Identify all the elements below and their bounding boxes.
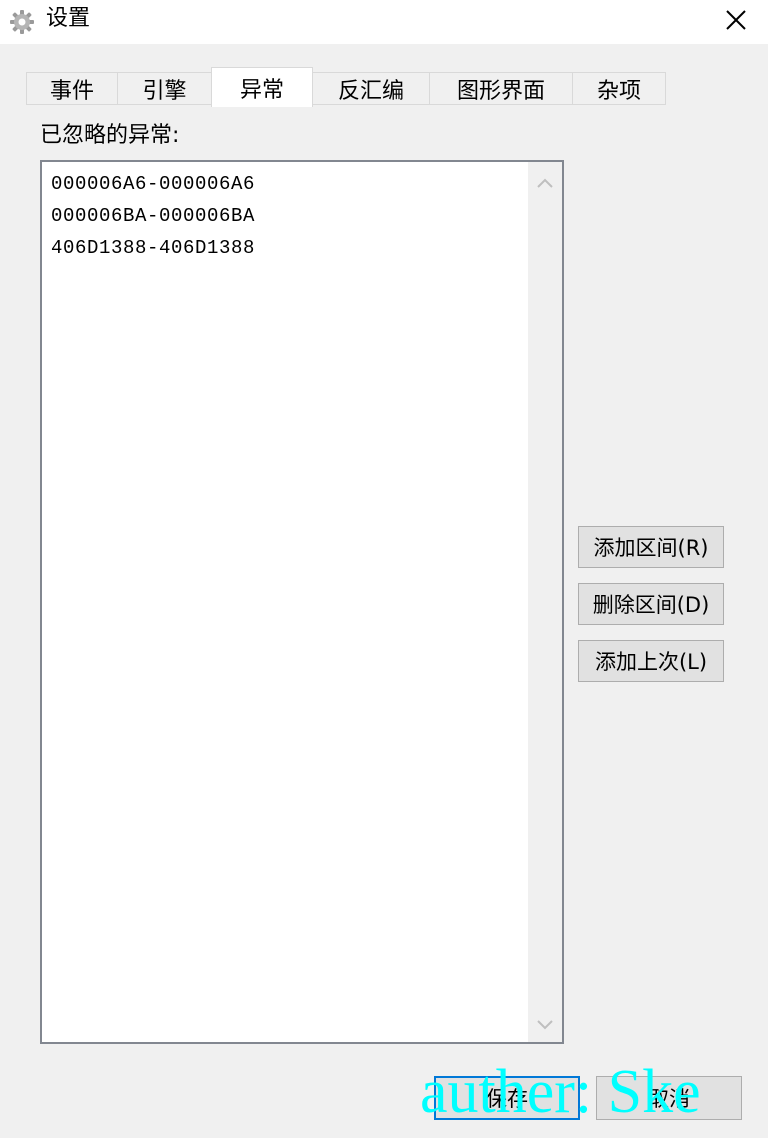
- save-button[interactable]: 保存: [434, 1076, 580, 1120]
- close-button[interactable]: [712, 0, 760, 40]
- title-bar: 设置: [0, 0, 768, 44]
- vertical-scrollbar[interactable]: [528, 162, 562, 1042]
- tab-misc[interactable]: 杂项: [572, 72, 666, 104]
- tab-disassembly[interactable]: 反汇编: [312, 72, 430, 104]
- scroll-up-button[interactable]: [528, 166, 562, 200]
- tab-engine[interactable]: 引擎: [117, 72, 212, 104]
- chevron-up-icon: [537, 178, 553, 188]
- close-icon: [726, 10, 746, 30]
- tab-events[interactable]: 事件: [26, 72, 118, 104]
- list-item[interactable]: 406D1388-406D1388: [51, 232, 521, 264]
- window-title: 设置: [46, 6, 91, 31]
- ignored-exceptions-list[interactable]: 000006A6-000006A6 000006BA-000006BA 406D…: [40, 160, 564, 1044]
- add-range-button[interactable]: 添加区间(R): [578, 526, 724, 568]
- cancel-button[interactable]: 取消: [596, 1076, 742, 1120]
- scroll-down-button[interactable]: [528, 1008, 562, 1042]
- list-item[interactable]: 000006A6-000006A6: [51, 168, 521, 200]
- tab-exceptions[interactable]: 异常: [211, 67, 313, 107]
- add-last-button[interactable]: 添加上次(L): [578, 640, 724, 682]
- tab-strip: 事件 引擎 异常 反汇编 图形界面 杂项: [26, 67, 666, 107]
- list-item[interactable]: 000006BA-000006BA: [51, 200, 521, 232]
- gear-icon: [8, 8, 36, 36]
- tab-gui[interactable]: 图形界面: [429, 72, 573, 104]
- chevron-down-icon: [537, 1020, 553, 1030]
- ignored-exceptions-label: 已忽略的异常:: [40, 123, 180, 148]
- tab-panel-border: [26, 104, 666, 105]
- delete-range-button[interactable]: 删除区间(D): [578, 583, 724, 625]
